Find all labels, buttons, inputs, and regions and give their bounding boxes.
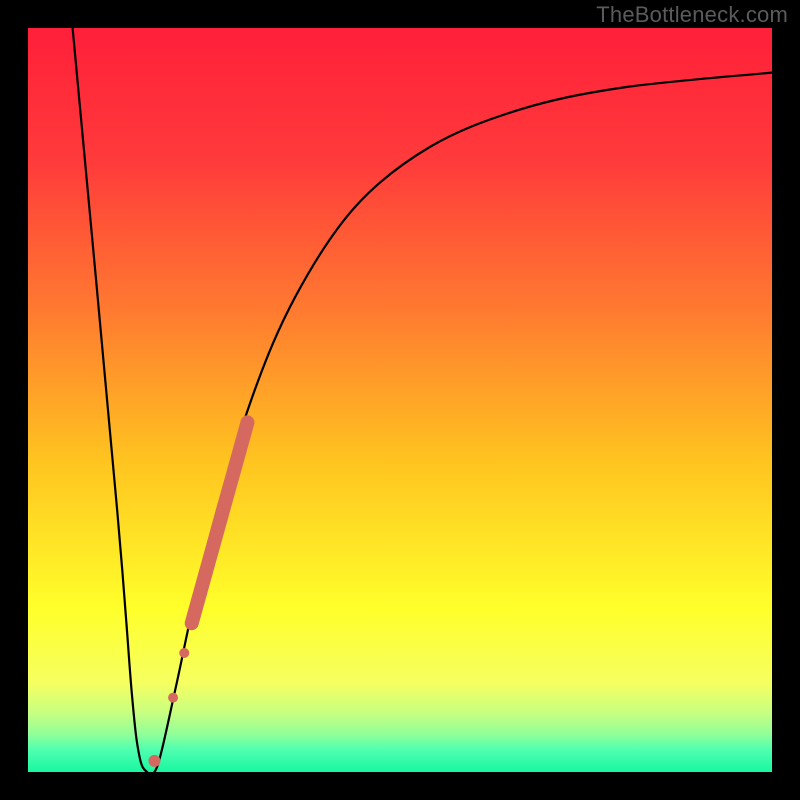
- curve-layer: [28, 28, 772, 772]
- highlight-segment: [192, 422, 248, 623]
- plot-area: [28, 28, 772, 772]
- data-marker: [168, 693, 178, 703]
- data-marker: [179, 648, 189, 658]
- outer-frame: TheBottleneck.com: [0, 0, 800, 800]
- data-markers: [148, 648, 189, 767]
- watermark-text: TheBottleneck.com: [596, 2, 788, 28]
- data-marker: [148, 755, 160, 767]
- bottleneck-curve: [73, 28, 772, 772]
